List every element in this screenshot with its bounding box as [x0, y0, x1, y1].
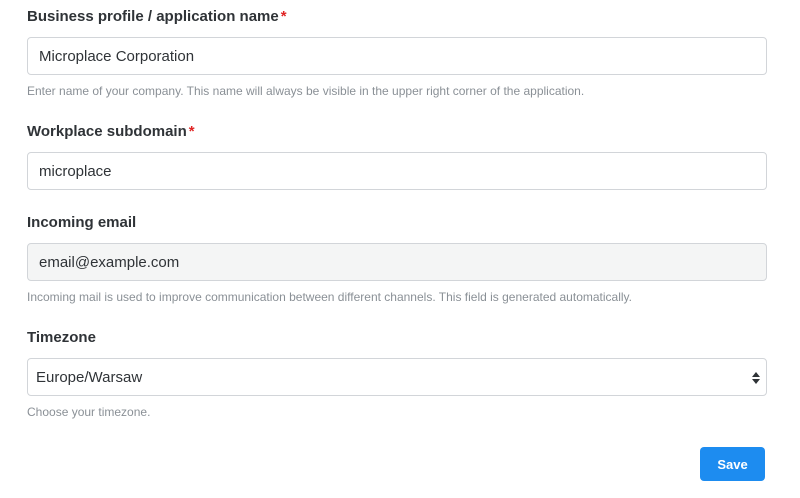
business-name-input[interactable]	[27, 37, 767, 75]
subdomain-label-text: Workplace subdomain	[27, 123, 187, 140]
save-button[interactable]: Save	[700, 447, 765, 481]
business-name-label-text: Business profile / application name	[27, 8, 279, 25]
subdomain-label: Workplace subdomain *	[27, 123, 195, 140]
business-name-label: Business profile / application name *	[27, 8, 287, 25]
select-arrows-icon	[752, 370, 760, 386]
timezone-select[interactable]: Europe/Warsaw	[27, 358, 767, 396]
timezone-selected-value: Europe/Warsaw	[36, 369, 143, 386]
required-mark: *	[188, 123, 195, 140]
incoming-email-label: Incoming email	[27, 214, 137, 231]
settings-form: Business profile / application name* Ent…	[0, 0, 800, 498]
required-mark: *	[280, 8, 287, 25]
timezone-label: Timezone	[27, 329, 96, 346]
incoming-email-field[interactable]	[27, 243, 767, 281]
timezone-help: Choose your timezone.	[27, 405, 151, 419]
subdomain-input[interactable]	[27, 152, 767, 190]
incoming-email-help: Incoming mail is used to improve communi…	[27, 290, 632, 304]
business-name-help: Enter name of your company. This name wi…	[27, 84, 585, 98]
